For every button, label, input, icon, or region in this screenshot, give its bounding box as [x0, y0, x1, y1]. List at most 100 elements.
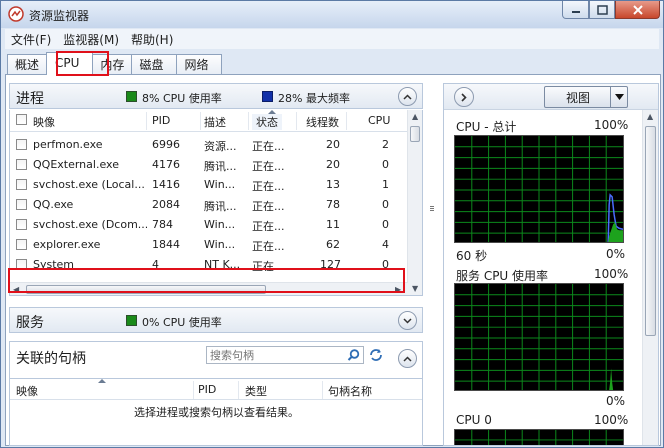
- cpu-tab-highlight-box: [56, 51, 109, 76]
- process-checkbox[interactable]: [16, 139, 27, 150]
- tab-disk[interactable]: 磁盘: [131, 54, 178, 75]
- tab-overview[interactable]: 概述: [7, 54, 48, 75]
- process-row[interactable]: explorer.exe 1844 Win... 正在... 62 4: [10, 235, 408, 255]
- handle-column-pid[interactable]: PID: [198, 383, 216, 396]
- service-cpu-graph-max: 100%: [594, 267, 629, 281]
- process-threads: 20: [326, 138, 340, 151]
- scrollbar-thumb[interactable]: [410, 126, 420, 142]
- graphs-panel-header: 视图: [444, 84, 658, 110]
- process-description: Win...: [204, 238, 236, 251]
- process-row[interactable]: QQExternal.exe 4176 腾讯... 正在... 20 0: [10, 155, 408, 175]
- process-row[interactable]: svchost.exe (Dcom... 784 Win... 正在... 11…: [10, 215, 408, 235]
- process-row[interactable]: svchost.exe (Local... 1416 Win... 正在... …: [10, 175, 408, 195]
- process-checkbox[interactable]: [16, 159, 27, 170]
- select-all-checkbox[interactable]: [16, 114, 27, 125]
- process-image: QQExternal.exe: [33, 158, 119, 171]
- service-cpu-graph-title: 服务 CPU 使用率: [456, 269, 549, 283]
- splitter-grip: [430, 206, 434, 207]
- process-image: svchost.exe (Dcom...: [33, 218, 147, 231]
- left-panels: 进程 8% CPU 使用率 28% 最大频率 映像 PID 描述 状态 线程数 …: [9, 83, 423, 446]
- services-expand-button[interactable]: [398, 311, 417, 330]
- process-status: 正在...: [252, 240, 285, 253]
- processes-cpu-usage: 8% CPU 使用率: [142, 92, 222, 105]
- graphs-vertical-scrollbar[interactable]: ▲: [642, 110, 658, 445]
- handle-column-image[interactable]: 映像: [16, 383, 38, 399]
- process-pid: 784: [152, 218, 173, 231]
- column-separator: [238, 381, 239, 399]
- process-cpu: 0: [382, 198, 389, 211]
- collapse-graphs-button[interactable]: [454, 87, 474, 107]
- process-row[interactable]: perfmon.exe 6996 资源... 正在... 20 2: [10, 135, 408, 155]
- process-checkbox[interactable]: [16, 179, 27, 190]
- minimize-button[interactable]: [562, 1, 589, 19]
- services-title: 服务: [16, 315, 44, 331]
- process-checkbox[interactable]: [16, 219, 27, 230]
- column-separator: [200, 112, 201, 130]
- handle-search-input[interactable]: [207, 347, 342, 363]
- processes-vertical-scrollbar[interactable]: ▲ ▼: [407, 110, 422, 295]
- view-label: 视图: [565, 90, 590, 105]
- view-button[interactable]: 视图: [544, 86, 612, 108]
- process-pid: 4176: [152, 158, 180, 171]
- process-pid: 1416: [152, 178, 180, 191]
- close-icon: [632, 4, 643, 15]
- cpu-total-graph-min: 0%: [606, 247, 626, 261]
- maximize-button[interactable]: [589, 1, 615, 19]
- processes-section-header[interactable]: 进程 8% CPU 使用率 28% 最大频率: [9, 83, 423, 109]
- process-threads: 62: [326, 238, 340, 251]
- splitter-grip: [430, 208, 434, 209]
- search-icon[interactable]: [347, 349, 360, 362]
- handle-column-type[interactable]: 类型: [245, 383, 267, 399]
- column-separator: [296, 112, 297, 130]
- scrollbar-thumb[interactable]: [645, 126, 656, 336]
- resource-monitor-icon: [8, 6, 24, 22]
- handle-column-name[interactable]: 句柄名称: [328, 383, 372, 399]
- refresh-icon[interactable]: [368, 347, 384, 363]
- menu-file[interactable]: 文件(F): [5, 31, 57, 48]
- process-row[interactable]: QQ.exe 2084 腾讯... 正在... 78 0: [10, 195, 408, 215]
- dropdown-arrow-icon: [614, 94, 624, 100]
- menu-monitor[interactable]: 监视器(M): [57, 31, 125, 48]
- processes-table-header: 映像 PID 描述 状态 线程数 CPU: [10, 110, 408, 132]
- column-separator: [146, 112, 147, 130]
- panel-splitter[interactable]: [426, 83, 438, 443]
- qq-row-highlight-box: [8, 268, 405, 293]
- process-cpu: 4: [382, 238, 389, 251]
- column-separator: [193, 381, 194, 399]
- process-image: svchost.exe (Local...: [33, 178, 145, 191]
- tab-network[interactable]: 网络: [176, 54, 223, 75]
- cpu-total-graph: [454, 135, 624, 243]
- scroll-up-arrow-icon[interactable]: ▲: [647, 112, 653, 121]
- close-button[interactable]: [615, 1, 660, 19]
- cpu-usage-legend-icon: [126, 91, 137, 102]
- processes-collapse-button[interactable]: [398, 87, 417, 106]
- process-checkbox[interactable]: [16, 239, 27, 250]
- process-pid: 6996: [152, 138, 180, 151]
- handle-search-field[interactable]: [206, 346, 364, 364]
- chevron-up-icon: [403, 93, 412, 100]
- column-cpu[interactable]: CPU: [368, 114, 390, 127]
- services-cpu-usage: 0% CPU 使用率: [142, 316, 222, 329]
- minimize-icon: [571, 10, 580, 13]
- menu-help[interactable]: 帮助(H): [125, 31, 179, 48]
- process-checkbox[interactable]: [16, 199, 27, 210]
- chevron-up-icon: [403, 355, 412, 362]
- services-section-header[interactable]: 服务 0% CPU 使用率: [9, 307, 423, 333]
- process-description: 腾讯...: [204, 200, 237, 213]
- handles-section-header[interactable]: 关联的句柄: [9, 341, 423, 379]
- resource-monitor-window: 资源监视器 文件(F) 监视器(M) 帮助(H) 概述 CPU 内存 磁盘 网络…: [0, 0, 664, 448]
- splitter-grip: [430, 210, 434, 211]
- handles-collapse-button[interactable]: [398, 349, 417, 368]
- service-cpu-graph-min: 0%: [606, 394, 626, 408]
- sort-ascending-icon: [98, 379, 106, 383]
- column-pid[interactable]: PID: [152, 114, 170, 127]
- column-separator: [322, 381, 323, 399]
- column-image[interactable]: 映像: [33, 114, 55, 130]
- scroll-up-arrow-icon[interactable]: ▲: [412, 112, 418, 121]
- scroll-down-arrow-icon[interactable]: ▼: [412, 284, 418, 293]
- column-threads[interactable]: 线程数: [306, 114, 339, 130]
- view-dropdown-button[interactable]: [610, 86, 628, 108]
- column-description[interactable]: 描述: [204, 114, 226, 130]
- process-cpu: 0: [382, 218, 389, 231]
- column-status[interactable]: 状态: [252, 114, 282, 130]
